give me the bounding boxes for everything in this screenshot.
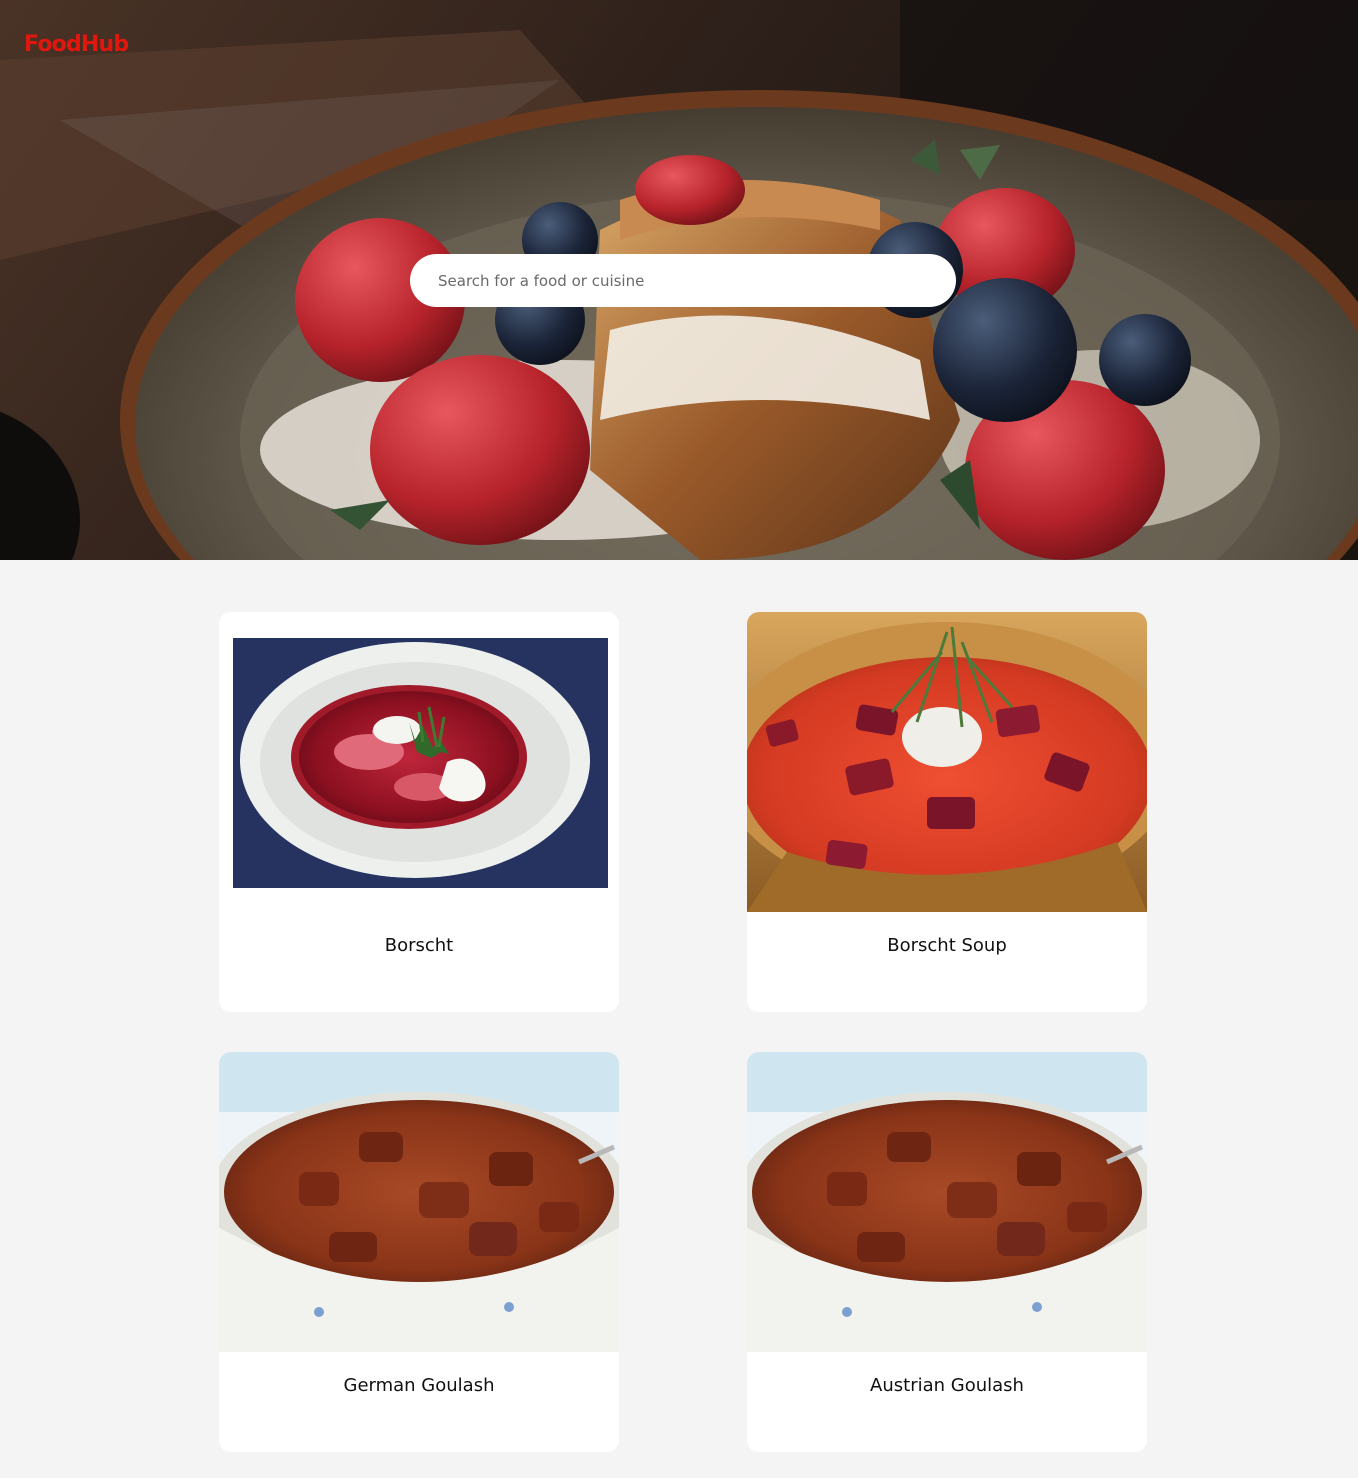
card-title[interactable]: Borscht Soup [747,935,1147,957]
recipe-card-borscht[interactable]: Borscht [219,612,619,1012]
logo[interactable]: FoodHub [24,32,129,57]
recipe-card-borscht-soup[interactable]: Borscht Soup [747,612,1147,1012]
goulash-bowl-image [747,1052,1147,1352]
card-title[interactable]: Austrian Goulash [747,1375,1147,1397]
card-title[interactable]: German Goulash [219,1375,619,1397]
goulash-bowl-image [219,1052,619,1352]
hero-banner: FoodHub [0,0,1358,560]
search-input[interactable] [410,254,956,307]
card-image[interactable] [747,612,1147,912]
recipe-card-german-goulash[interactable]: German Goulash [219,1052,619,1452]
borscht-soup-image [747,612,1147,912]
card-image[interactable] [219,1052,619,1352]
card-image[interactable] [219,612,619,912]
recipe-card-austrian-goulash[interactable]: Austrian Goulash [747,1052,1147,1452]
card-image[interactable] [747,1052,1147,1352]
borscht-bowl-image [219,612,619,912]
card-title[interactable]: Borscht [219,935,619,957]
